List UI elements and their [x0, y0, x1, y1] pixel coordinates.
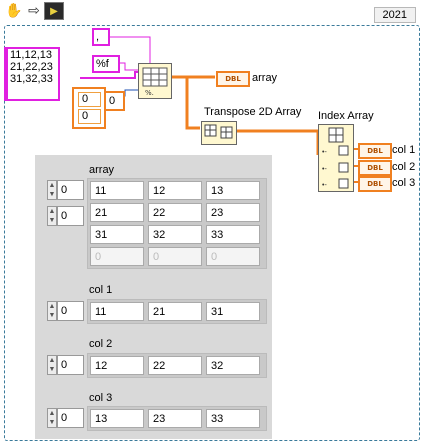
col1-cell[interactable]: 21 [148, 302, 202, 321]
string-constant[interactable]: 11,12,13 21,22,23 31,32,33 [4, 47, 60, 101]
array-col-index-stepper[interactable]: ▲ ▼ [47, 206, 57, 226]
col2-label: col 2 [89, 338, 113, 350]
transpose-out-wire [234, 129, 320, 155]
col1-terminal[interactable]: DBL [358, 143, 392, 159]
col2-index-stepper[interactable]: ▲ ▼ [47, 355, 57, 375]
array-terminal[interactable]: DBL [216, 71, 250, 87]
col1-cell[interactable]: 11 [90, 302, 144, 321]
array-cell[interactable]: 32 [148, 225, 202, 244]
col2-cell[interactable]: 32 [206, 356, 260, 375]
col1-cell[interactable]: 31 [206, 302, 260, 321]
offset-row-value[interactable]: 0 [78, 92, 101, 107]
col3-label: col 3 [89, 392, 113, 404]
offset-array-constant[interactable]: 0 0 [72, 87, 106, 129]
array-row-index[interactable]: 0 [57, 180, 84, 200]
transpose-node[interactable] [201, 121, 237, 145]
svg-text:•‐: •‐ [322, 166, 327, 173]
transpose-icon [204, 124, 233, 139]
col3-index[interactable]: 0 [57, 408, 84, 428]
col3-terminal[interactable]: DBL [358, 176, 392, 192]
index-array-icon: •‐ •‐ •‐ [322, 127, 349, 189]
svg-text:•‐: •‐ [322, 149, 327, 156]
col1-label: col 1 [89, 284, 113, 296]
array-row-index-stepper[interactable]: ▲ ▼ [47, 180, 57, 200]
transpose-wire [185, 77, 200, 130]
array-cell[interactable]: 33 [206, 225, 260, 244]
col1-index-stepper[interactable]: ▲ ▼ [47, 301, 57, 321]
col3-cell[interactable]: 33 [206, 409, 260, 428]
format-constant[interactable]: %f [92, 55, 120, 73]
array-cell[interactable]: 22 [148, 203, 202, 222]
array-cell-empty[interactable]: 0 [90, 247, 144, 266]
array-cell[interactable]: 21 [90, 203, 144, 222]
col2-cell[interactable]: 12 [90, 356, 144, 375]
array-col-index[interactable]: 0 [57, 206, 84, 226]
col1-grid: 11 21 31 [87, 299, 267, 324]
array-cell[interactable]: 31 [90, 225, 144, 244]
col2-terminal[interactable]: DBL [358, 160, 392, 176]
index-array-label: Index Array [318, 110, 374, 122]
svg-text:•‐: •‐ [322, 182, 327, 189]
array-cell[interactable]: 13 [206, 181, 260, 200]
index-array-node[interactable]: •‐ •‐ •‐ [318, 124, 354, 192]
array-cell-empty[interactable]: 0 [148, 247, 202, 266]
array-grid: 11 12 13 21 22 23 31 32 33 0 0 0 [87, 178, 267, 269]
col2-cell[interactable]: 22 [148, 356, 202, 375]
spreadsheet-icon: %. [142, 67, 168, 97]
col3-grid: 13 23 33 [87, 406, 267, 431]
col2-grid: 12 22 32 [87, 353, 267, 378]
array-cell-empty[interactable]: 0 [206, 247, 260, 266]
offset-col-value[interactable]: 0 [78, 109, 101, 124]
array-cell[interactable]: 23 [206, 203, 260, 222]
col1-index[interactable]: 0 [57, 301, 84, 321]
col1-terminal-label: col 1 [392, 144, 416, 156]
transpose-label: Transpose 2D Array [204, 106, 302, 118]
spreadsheet-to-array-node[interactable]: %. [138, 63, 172, 99]
array-terminal-label: array [252, 72, 278, 84]
delimiter-constant[interactable]: , [92, 28, 110, 46]
col3-cell[interactable]: 23 [148, 409, 202, 428]
col2-index[interactable]: 0 [57, 355, 84, 375]
array-label: array [89, 164, 115, 176]
array-cell[interactable]: 12 [148, 181, 202, 200]
array-cell[interactable]: 11 [90, 181, 144, 200]
col3-index-stepper[interactable]: ▲ ▼ [47, 408, 57, 428]
front-panel: array ▲ ▼ 0 ▲ ▼ 0 11 12 13 21 22 23 31 32 … [35, 155, 272, 439]
col2-terminal-label: col 2 [392, 161, 416, 173]
col3-cell[interactable]: 13 [90, 409, 144, 428]
svg-text:%.: %. [145, 89, 154, 97]
col3-terminal-label: col 3 [392, 177, 416, 189]
offset-small-constant[interactable]: 0 [104, 91, 125, 111]
